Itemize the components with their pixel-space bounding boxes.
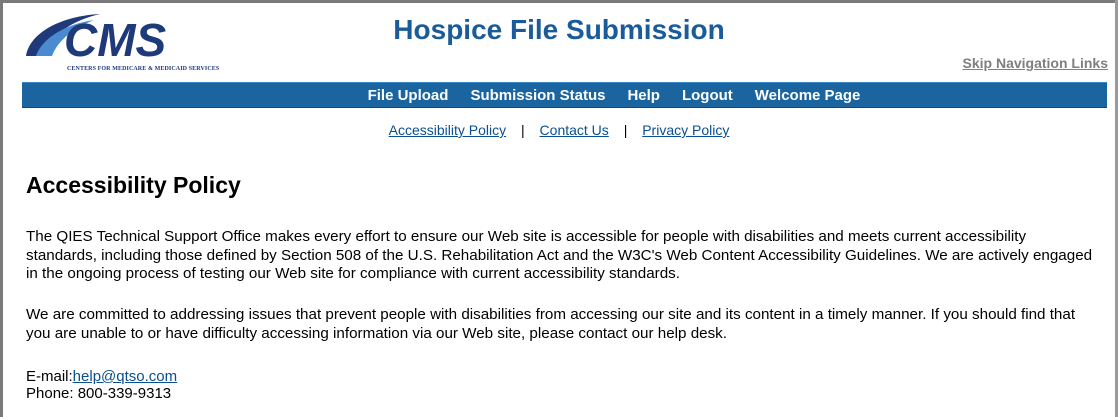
window-border-left <box>0 0 3 417</box>
policy-links: Accessibility Policy | Contact Us | Priv… <box>0 122 1118 138</box>
main-navbar: File Upload Submission Status Help Logou… <box>22 82 1107 108</box>
email-line: E-mail:help@qtso.com <box>26 368 177 385</box>
policy-paragraph: We are committed to addressing issues th… <box>26 306 1076 342</box>
content-heading: Accessibility Policy <box>26 172 241 198</box>
policy-paragraph: The QIES Technical Support Office makes … <box>26 228 1093 282</box>
accessibility-policy-link[interactable]: Accessibility Policy <box>389 122 506 138</box>
window-border-top <box>0 0 1118 3</box>
page-title: Hospice File Submission <box>393 14 725 45</box>
email-label: E-mail: <box>26 368 73 385</box>
nav-submission-status[interactable]: Submission Status <box>470 87 605 104</box>
email-link[interactable]: help@qtso.com <box>73 368 177 385</box>
logo-tagline: CENTERS FOR MEDICARE & MEDICAID SERVICES <box>67 66 220 72</box>
separator: | <box>623 122 628 138</box>
nav-logout[interactable]: Logout <box>682 87 733 104</box>
phone-number: Phone: 800-339-9313 <box>26 385 172 402</box>
nav-help[interactable]: Help <box>627 87 660 104</box>
skip-navigation-link[interactable]: Skip Navigation Links <box>963 55 1108 71</box>
nav-file-upload[interactable]: File Upload <box>368 87 449 104</box>
contact-us-link[interactable]: Contact Us <box>540 122 609 138</box>
privacy-policy-link[interactable]: Privacy Policy <box>642 122 729 138</box>
contact-info: E-mail:help@qtso.com Phone: 800-339-9313 <box>26 368 177 402</box>
nav-welcome-page[interactable]: Welcome Page <box>755 87 861 104</box>
separator: | <box>521 122 525 138</box>
